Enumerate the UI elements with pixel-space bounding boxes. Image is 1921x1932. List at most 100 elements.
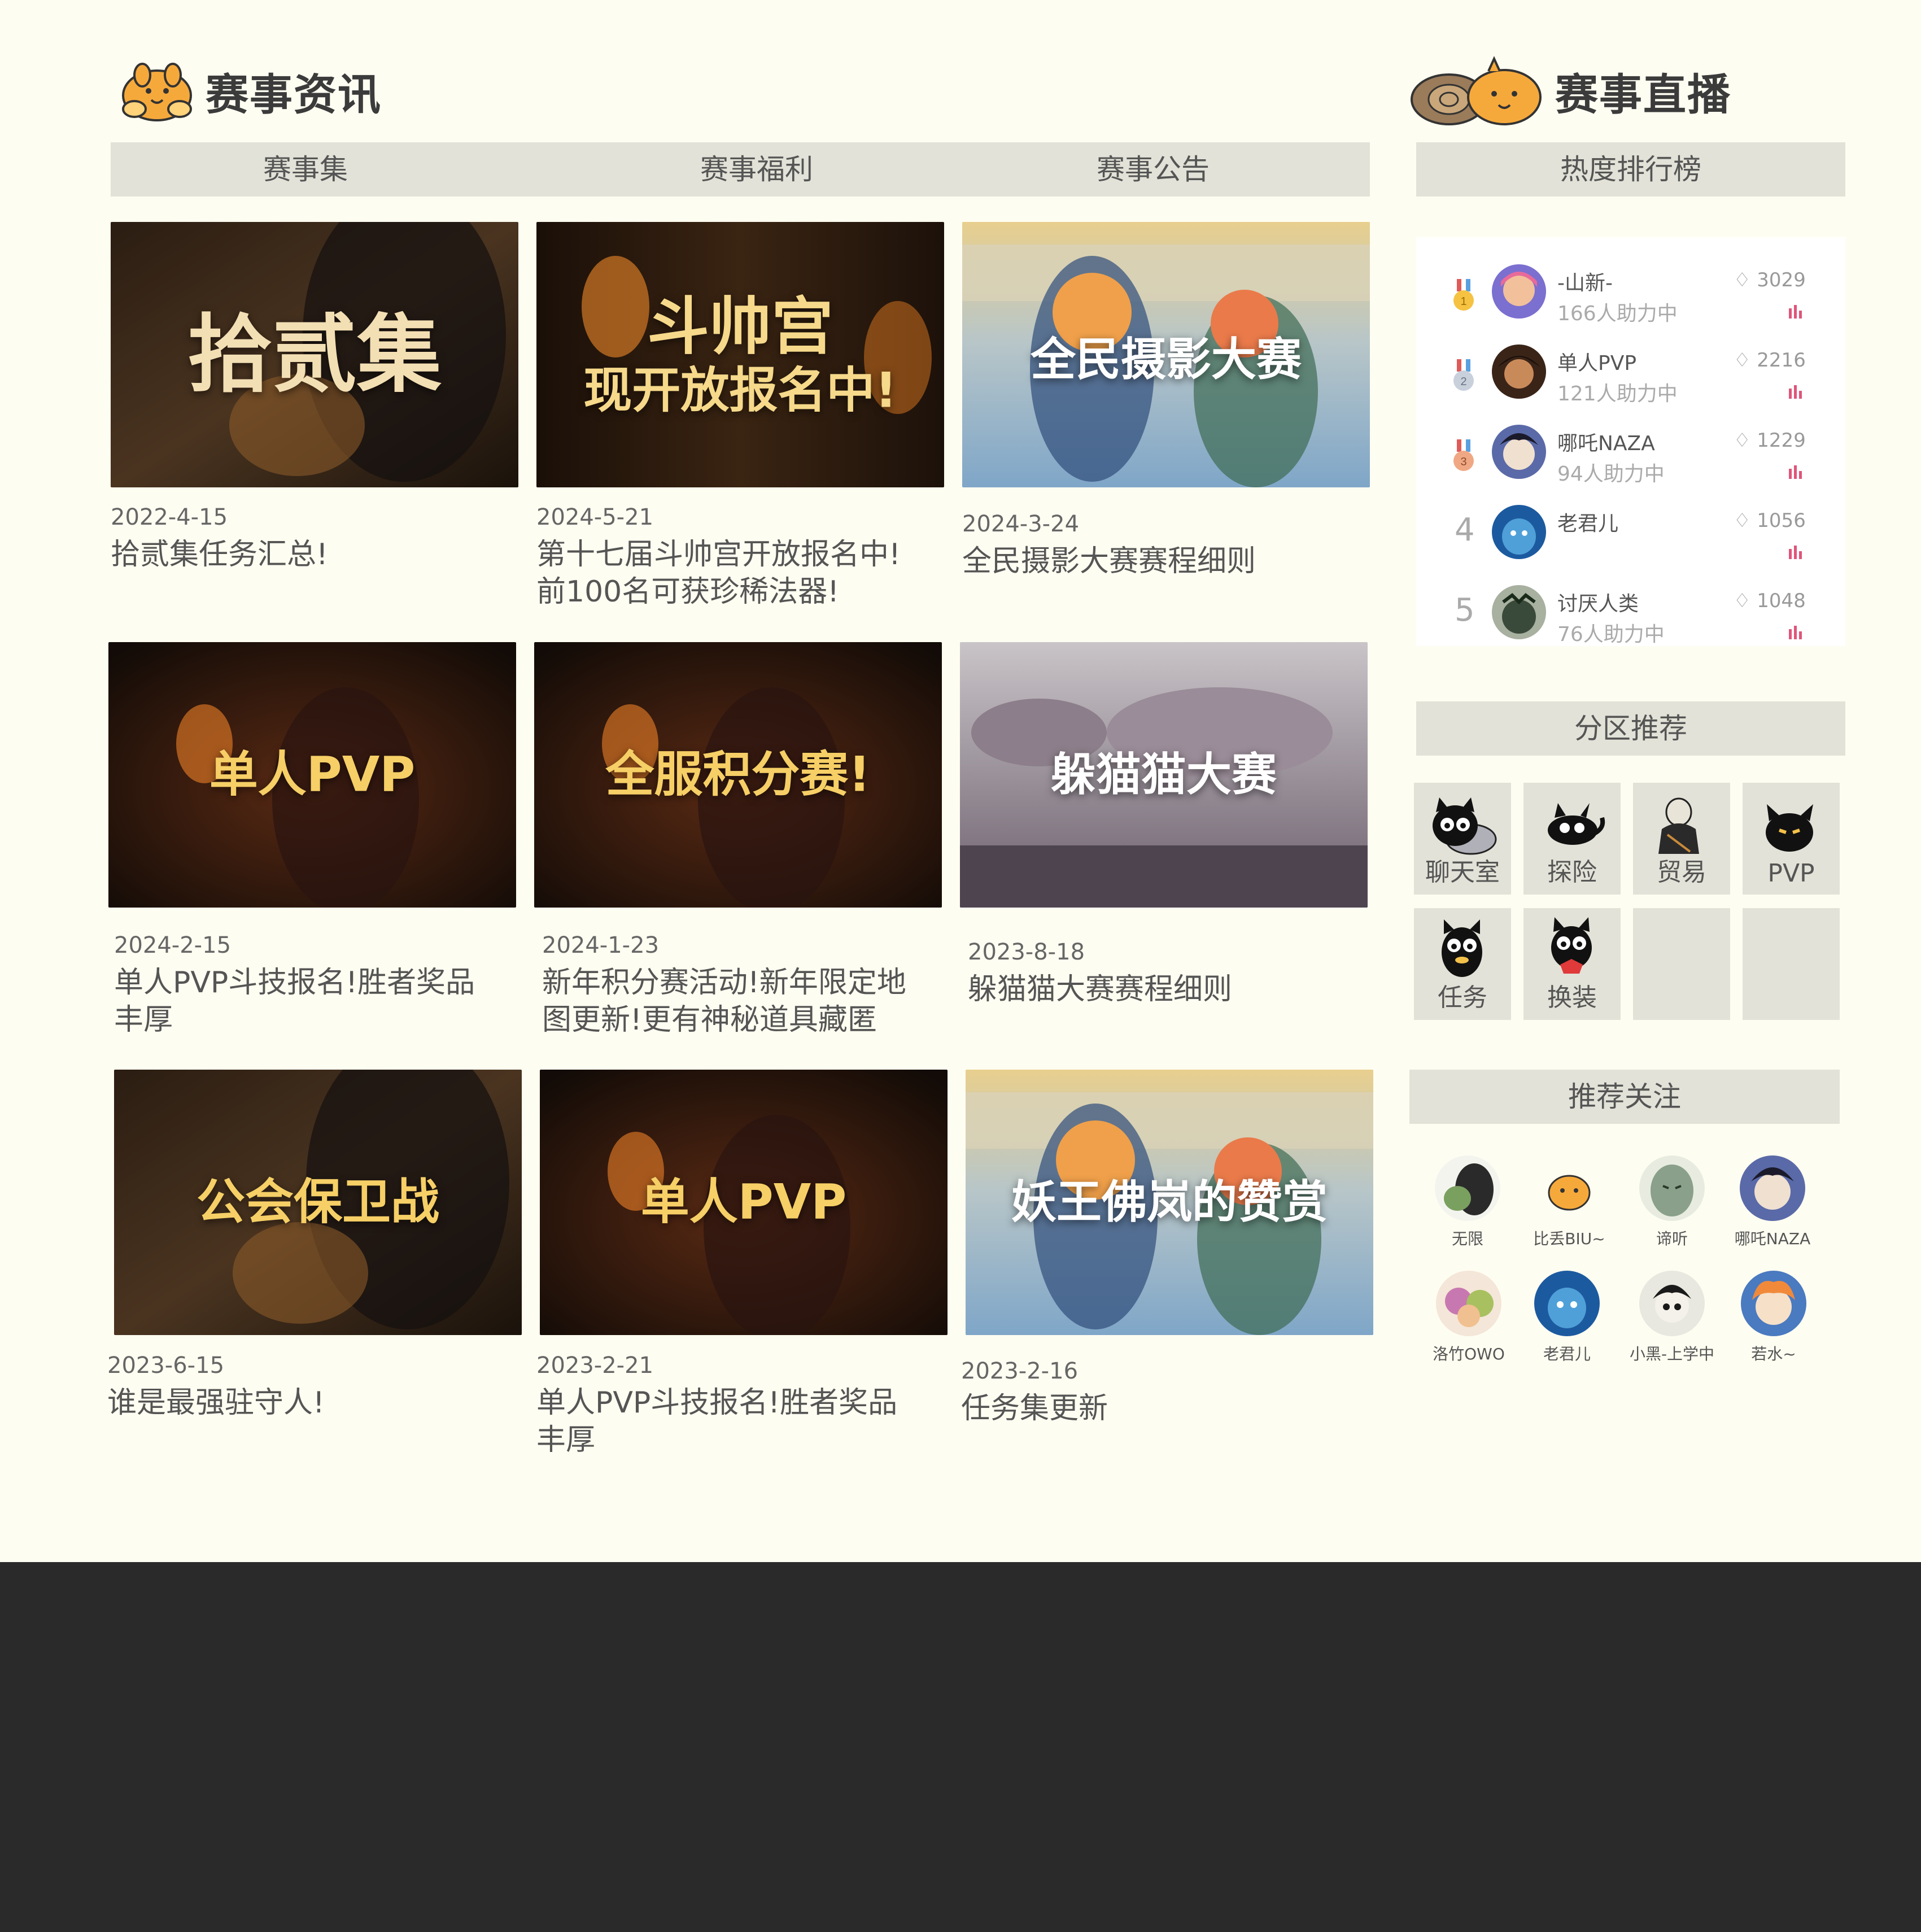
avatar [1534,1271,1600,1336]
avatar [1639,1271,1705,1336]
news-card-title[interactable]: 躲猫猫大赛赛程细则 [968,971,1374,1008]
zone-pvp[interactable]: PVP [1743,783,1840,895]
avatar [1740,1155,1805,1221]
ranking-number: 4 [1455,512,1475,548]
news-card-date: 2023-2-16 [961,1358,1079,1384]
merchant-icon [1658,797,1699,854]
live-bars-icon [1789,385,1802,399]
ranking-support: 121人助力中 [1557,382,1678,405]
live-bars-icon [1789,305,1802,319]
follow-name: 老君儿 [1543,1345,1591,1363]
tab-event-welfare[interactable]: 赛事福利 [700,142,813,197]
news-card-title[interactable]: 新年积分赛活动!新年限定地 图更新!更有神秘道具藏匿 [542,964,949,1039]
follow-name: 谛听 [1656,1229,1688,1248]
news-card[interactable]: 斗帅宫 现开放报名中! 2024-5-21 第十七届斗帅宫开放报名中! 前100名… [536,222,944,610]
news-card-image[interactable]: 全服积分赛! [534,642,942,908]
news-card-image[interactable]: 全民摄影大赛 [962,222,1370,487]
ranking-name: 讨厌人类 [1557,592,1639,616]
fighting-cat-icon [1766,804,1813,852]
ranking-score: ♢ 1048 [1734,590,1806,612]
ranking-name: 单人PVP [1557,352,1637,375]
cat-dressup-icon [1551,917,1592,974]
heat-icon: ♢ [1734,509,1751,532]
news-card-text[interactable]: 2023-6-15 谁是最强驻守人! [107,1353,514,1421]
avatar [1492,585,1546,639]
zone-adventure[interactable]: 探险 [1523,783,1621,895]
news-card-date: 2023-8-18 [968,939,1085,965]
news-card-image[interactable]: 单人PVP [540,1070,948,1335]
news-card-caption: 拾贰集 [187,304,442,404]
ranking-bar[interactable]: 热度排行榜 [1416,142,1845,197]
news-card-title[interactable]: 单人PVP斗技报名!胜者奖品 丰厚 [114,964,521,1039]
ranking-name: -山新- [1557,272,1613,295]
news-card-text[interactable]: 2023-2-21 单人PVP斗技报名!胜者奖品 丰厚 [536,1353,943,1459]
heat-icon: ♢ [1734,269,1751,291]
ranking-row[interactable]: 3 哪吒NAZA 94人助力中 ♢ 1229 [1416,411,1845,491]
news-card-caption: 公会保卫战 [197,1174,439,1231]
news-card-image[interactable]: 躲猫猫大赛 [960,642,1368,908]
zone-dressup[interactable]: 换装 [1523,908,1621,1020]
news-card[interactable]: 公会保卫战 [114,1070,522,1335]
news-card-title[interactable]: 任务集更新 [961,1390,1368,1427]
tab-event-collection[interactable]: 赛事集 [263,142,348,197]
svg-text:1: 1 [1460,295,1466,308]
zone-label: 探险 [1547,858,1597,887]
follow-user[interactable]: 谛听 [1624,1155,1720,1249]
news-card-caption: 全民摄影大赛 [1031,333,1302,386]
ranking-support: 76人助力中 [1557,623,1665,646]
zone-trade[interactable]: 贸易 [1633,783,1730,895]
live-header: 赛事直播 [1409,54,1731,128]
ranking-row[interactable]: 5 讨厌人类 76人助力中 ♢ 1048 [1416,572,1845,652]
news-card[interactable]: 全服积分赛! 2024-1-23 新年积分赛活动!新年限定地 图更新!更有神秘道具… [534,642,949,1039]
follow-user[interactable]: 老君儿 [1519,1271,1615,1364]
live-bars-icon [1789,626,1802,639]
news-card-text[interactable]: 2023-2-16 任务集更新 [961,1358,1368,1427]
news-card-caption: 单人PVP [640,1174,847,1231]
news-card-image[interactable]: 妖王佛岚的赞赏 [966,1070,1373,1335]
avatar [1492,505,1546,559]
follow-user[interactable]: 若水~ [1726,1271,1822,1364]
tab-event-announcement[interactable]: 赛事公告 [1097,142,1210,197]
news-card-title[interactable]: 拾贰集任务汇总! [111,536,517,573]
news-card-image[interactable]: 公会保卫战 [114,1070,522,1335]
avatar [1436,1271,1501,1336]
follow-user[interactable]: 洛竹OWO [1421,1271,1517,1364]
zone-label: 换装 [1547,983,1597,1012]
zone-label: 贸易 [1657,858,1706,887]
news-card-image[interactable]: 斗帅宫 现开放报名中! [536,222,944,487]
follow-user[interactable]: 小黑-上学中 [1624,1271,1720,1364]
black-cat-icon [1433,797,1497,855]
ranking-row[interactable]: 4 老君儿 ♢ 1056 [1416,491,1845,572]
news-card[interactable]: 躲猫猫大赛 2023-8-18 躲猫猫大赛赛程细则 [960,642,1374,1008]
svg-text:2: 2 [1460,376,1466,388]
news-card[interactable]: 单人PVP [540,1070,948,1335]
news-card[interactable]: 拾贰集 2022-4-15 拾贰集任务汇总! [111,222,518,573]
follow-name: 哪吒NAZA [1734,1229,1811,1248]
gold-medal-icon: 1 [1453,279,1474,311]
follow-user[interactable]: 哪吒NAZA [1724,1155,1820,1249]
news-card-title[interactable]: 谁是最强驻守人! [107,1384,514,1421]
news-card-date: 2024-1-23 [542,932,660,958]
news-card-caption: 斗帅宫 现开放报名中! [583,290,897,418]
news-card-image[interactable]: 单人PVP [108,642,516,908]
live-bars-icon [1789,465,1802,479]
ranking-row[interactable]: 2 单人PVP 121人助力中 ♢ 2216 [1416,331,1845,411]
news-card[interactable]: 全民摄影大赛 2024-3-24 全民摄影大赛赛程细则 [962,222,1370,580]
news-card-title[interactable]: 全民摄影大赛赛程细则 [962,543,1369,580]
news-card[interactable]: 单人PVP 2024-2-15 单人PVP斗技报名!胜者奖品 丰厚 [108,642,521,1039]
follow-user[interactable]: 比丢BIU~ [1521,1155,1617,1249]
news-card-title[interactable]: 单人PVP斗技报名!胜者奖品 丰厚 [536,1384,943,1459]
zone-chatroom[interactable]: 聊天室 [1414,783,1511,895]
silver-medal-icon: 2 [1453,359,1474,391]
follow-user[interactable]: 无限 [1420,1155,1516,1249]
ranking-number: 5 [1455,592,1475,629]
bronze-medal-icon: 3 [1453,439,1474,471]
follow-name: 比丢BIU~ [1533,1229,1605,1248]
news-tab-bar: 赛事集 赛事福利 赛事公告 [111,142,1370,197]
news-card[interactable]: 妖王佛岚的赞赏 [966,1070,1373,1335]
news-card-title[interactable]: 第十七届斗帅宫开放报名中! 前100名可获珍稀法器! [536,536,943,610]
ranking-row[interactable]: 1 -山新- 166人助力中 ♢ 3029 [1416,251,1845,331]
follow-name: 若水~ [1751,1345,1796,1363]
news-card-image[interactable]: 拾贰集 [111,222,518,487]
zone-quest[interactable]: 任务 [1414,908,1511,1020]
